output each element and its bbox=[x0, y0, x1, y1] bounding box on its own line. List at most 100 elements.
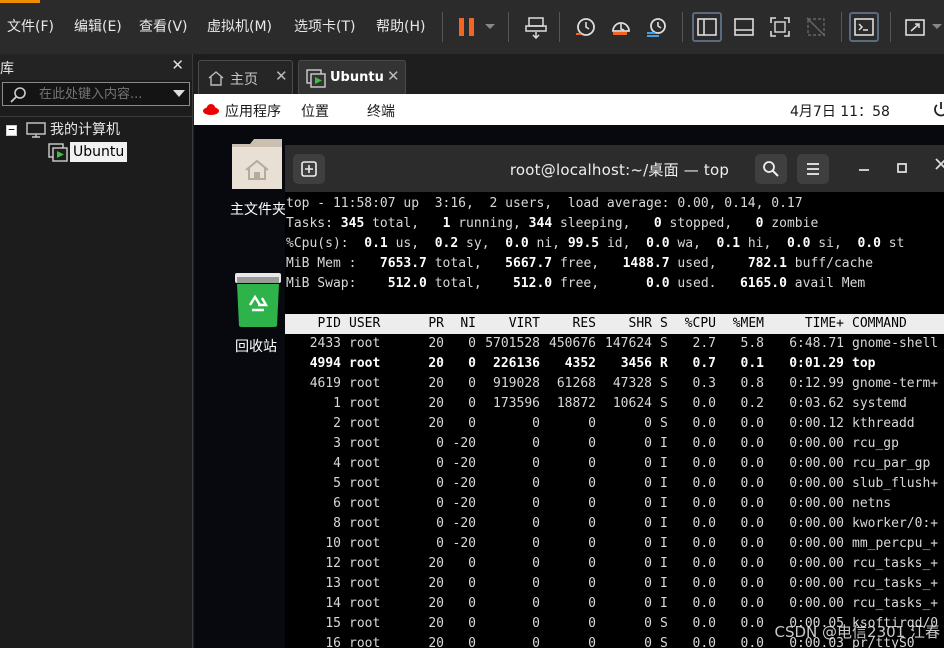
cell-state: I bbox=[660, 496, 668, 511]
cell-time: 0:00.00 bbox=[789, 576, 844, 591]
library-search[interactable] bbox=[2, 82, 190, 106]
cell-mem: 0.0 bbox=[740, 496, 764, 511]
cell-state: R bbox=[660, 356, 668, 371]
cell-cpu: 0.3 bbox=[692, 376, 716, 391]
home-folder-icon bbox=[232, 139, 282, 189]
cell-user: root bbox=[349, 476, 381, 491]
desktop-home-folder[interactable] bbox=[230, 138, 284, 192]
snapshot-manager-button[interactable] bbox=[642, 12, 672, 42]
unity-button[interactable] bbox=[801, 12, 831, 42]
search-dropdown-icon[interactable] bbox=[173, 90, 185, 97]
cell-cpu: 0.0 bbox=[692, 436, 716, 451]
terminal-app-menu[interactable]: 终端 bbox=[367, 101, 395, 121]
cell-time: 0:00.00 bbox=[789, 476, 844, 491]
menu-edit[interactable]: 编辑(E) bbox=[74, 17, 122, 37]
menu-view[interactable]: 查看(V) bbox=[139, 17, 188, 37]
maximize-button[interactable] bbox=[897, 161, 907, 177]
cell-res: 0 bbox=[588, 636, 596, 648]
cell-user: root bbox=[349, 556, 381, 571]
process-row: 3 root 0 -20 0 0 0 I 0.0 0.0 0:00.00 rcu_gp bbox=[285, 434, 944, 454]
tab-label: Ubuntu bbox=[330, 70, 384, 85]
cell-ni: 0 bbox=[468, 636, 476, 648]
cell-shr: 0 bbox=[644, 516, 652, 531]
process-row: 2 root 20 0 0 0 0 S 0.0 0.0 0:00.12 kthreadd bbox=[285, 414, 944, 434]
menu-help[interactable]: 帮助(H) bbox=[376, 17, 425, 37]
column-header-shr: SHR bbox=[628, 316, 652, 331]
clock[interactable]: 4月7日 11：58 bbox=[790, 101, 890, 121]
search-button[interactable] bbox=[755, 154, 787, 184]
cell-pid: 8 bbox=[333, 516, 341, 531]
cell-user: root bbox=[349, 376, 381, 391]
collapse-icon[interactable]: − bbox=[6, 124, 17, 136]
top-cpu-line: %Cpu(s): 0.1 us, 0.2 sy, 0.0 ni, 99.5 id… bbox=[286, 236, 905, 251]
close-icon[interactable]: ✕ bbox=[275, 67, 288, 85]
process-row: 10 root 0 -20 0 0 0 I 0.0 0.0 0:00.00 mm_percpu_+ bbox=[285, 534, 944, 554]
tab-home[interactable]: 主页 ✕ bbox=[198, 60, 293, 94]
toolbar-separator bbox=[559, 12, 560, 42]
send-ctrl-alt-del-button[interactable] bbox=[521, 12, 551, 42]
cell-cpu: 0.0 bbox=[692, 556, 716, 571]
process-table-header: PID USER PR NI VIRT RES SHR S %CPU %MEM TIME+ COMMA… bbox=[285, 314, 944, 334]
cell-virt: 226136 bbox=[493, 356, 540, 371]
close-icon[interactable]: ✕ bbox=[387, 67, 400, 85]
cell-shr: 0 bbox=[644, 536, 652, 551]
minimize-button[interactable] bbox=[858, 158, 870, 176]
cell-state: I bbox=[660, 476, 668, 491]
cell-time: 0:01.29 bbox=[789, 356, 844, 371]
cell-virt: 0 bbox=[532, 616, 540, 631]
cell-command: top bbox=[852, 356, 876, 371]
desktop-trash[interactable] bbox=[234, 272, 282, 328]
menu-button[interactable] bbox=[797, 154, 829, 184]
pause-button[interactable] bbox=[452, 12, 482, 42]
thumbnail-bar-button[interactable] bbox=[729, 12, 759, 42]
cell-mem: 0.0 bbox=[740, 596, 764, 611]
fullscreen-button[interactable] bbox=[765, 12, 795, 42]
snapshot-button[interactable] bbox=[570, 12, 600, 42]
stretch-dropdown-button[interactable] bbox=[930, 12, 944, 42]
terminal-title: root@localhost:~/桌面 — top bbox=[509, 161, 730, 179]
cell-state: S bbox=[660, 376, 668, 391]
cell-ni: 0 bbox=[468, 416, 476, 431]
sidebar-icon bbox=[697, 18, 717, 36]
close-button[interactable] bbox=[935, 158, 944, 174]
power-icon[interactable] bbox=[933, 101, 944, 117]
cell-mem: 0.0 bbox=[740, 516, 764, 531]
cell-cpu: 0.0 bbox=[692, 416, 716, 431]
cell-pr: 20 bbox=[428, 616, 444, 631]
cell-pr: 0 bbox=[436, 516, 444, 531]
cell-shr: 0 bbox=[644, 596, 652, 611]
stretch-guest-button[interactable] bbox=[900, 12, 930, 42]
tree-item-my-computer[interactable]: − 我的计算机 bbox=[6, 120, 191, 140]
snapshot-manager-icon bbox=[647, 18, 666, 37]
cell-ni: 0 bbox=[468, 356, 476, 371]
menu-tabs[interactable]: 选项卡(T) bbox=[294, 17, 355, 37]
guest-display[interactable]: 应用程序 位置 终端 4月7日 11：58 主文件夹 回收站 root@loca… bbox=[194, 94, 944, 648]
cell-virt: 0 bbox=[532, 556, 540, 571]
cell-ni: 0 bbox=[468, 556, 476, 571]
cell-virt: 0 bbox=[532, 516, 540, 531]
pause-dropdown-button[interactable] bbox=[480, 12, 500, 42]
tab-ubuntu[interactable]: Ubuntu ✕ bbox=[298, 60, 406, 94]
cell-ni: 0 bbox=[468, 396, 476, 411]
cell-cpu: 0.0 bbox=[692, 496, 716, 511]
places-menu[interactable]: 位置 bbox=[301, 101, 329, 121]
menu-file[interactable]: 文件(F) bbox=[7, 17, 54, 37]
send-keys-icon bbox=[525, 17, 547, 39]
terminal-window[interactable]: root@localhost:~/桌面 — top top - 11:58:07… bbox=[285, 145, 944, 648]
cell-user: root bbox=[349, 496, 381, 511]
cell-cpu: 2.7 bbox=[692, 336, 716, 351]
cell-virt: 173596 bbox=[493, 396, 540, 411]
menu-vm[interactable]: 虚拟机(M) bbox=[207, 17, 272, 37]
cell-state: I bbox=[660, 596, 668, 611]
library-close-icon[interactable]: ✕ bbox=[171, 56, 184, 74]
cell-res: 0 bbox=[588, 516, 596, 531]
cell-shr: 0 bbox=[644, 456, 652, 471]
console-view-button[interactable] bbox=[849, 12, 879, 42]
cell-shr: 0 bbox=[644, 416, 652, 431]
cell-command: slub_flush+ bbox=[852, 476, 939, 491]
show-library-button[interactable] bbox=[692, 12, 722, 42]
applications-menu[interactable]: 应用程序 bbox=[225, 101, 281, 121]
library-search-input[interactable] bbox=[39, 85, 169, 103]
revert-snapshot-button[interactable] bbox=[606, 12, 636, 42]
pause-icon bbox=[459, 18, 474, 36]
